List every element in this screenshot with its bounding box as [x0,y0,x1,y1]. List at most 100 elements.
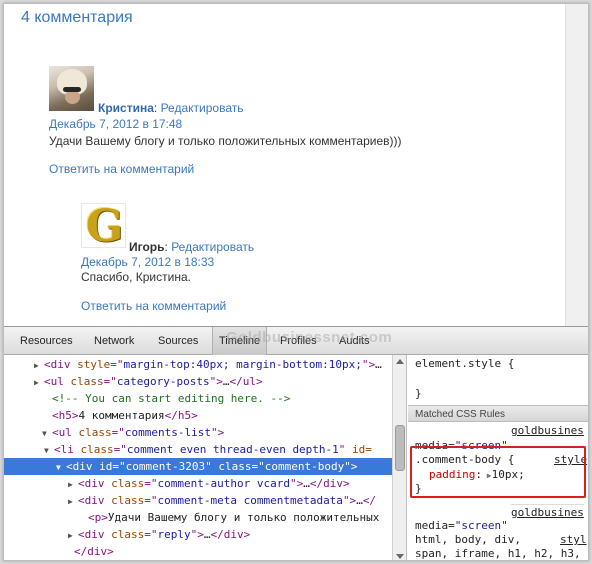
expand-triangle-icon[interactable]: ▶ [34,357,44,373]
media-label: media= [415,439,455,452]
comment-author-line: Игорь: Редактировать [129,240,254,254]
markup-val: margin-top:40px; margin-bottom:10px; [123,358,362,371]
css-selector[interactable]: .comment-body { [415,453,514,466]
tab-timeline[interactable]: Timeline [212,327,268,355]
markup-tag: =" [251,460,265,473]
comment-author-line: Кристина: Редактировать [98,101,243,115]
dom-node[interactable]: ▶ <div class="reply">…</div> [4,526,392,543]
markup-attr: class [111,528,145,541]
markup-tag: "> [361,358,376,371]
property-colon: : [475,468,482,481]
markup-tag: =" [111,426,125,439]
scroll-down-arrow-icon[interactable] [396,554,404,559]
rule-source-link[interactable]: goldbusines [511,424,584,437]
comment-text: Спасибо, Кристина. [81,270,191,284]
screenshot-frame: 4 комментария Кристина: Редактировать Де… [3,3,589,561]
gold-g-logo-avatar: G [81,203,126,248]
markup-tag: <div [66,460,100,473]
markup-tag: </ul> [229,375,263,388]
dom-node[interactable]: <h5>4 комментария</h5> [4,407,392,424]
tab-audits[interactable]: Audits [333,327,376,355]
comment-author-name[interactable]: Кристина [98,101,154,115]
markup-tag: </ [362,494,377,507]
rule-close-brace: } [415,482,422,495]
markup-tag: "> [210,426,225,439]
markup-attr: class [218,460,252,473]
tab-sources[interactable]: Sources [152,327,204,355]
media-value: "screen" [454,519,508,532]
dom-node[interactable]: ▶ <div class="comment-meta commentmetadat… [4,492,392,509]
markup-val: comments-list [124,426,211,439]
markup-tag: <ul [44,375,71,388]
scroll-up-arrow-icon[interactable] [396,359,404,364]
collapse-triangle-icon[interactable]: ▼ [44,442,54,458]
elements-scrollbar[interactable] [392,355,407,560]
markup-txt: 4 комментария [78,409,165,422]
elements-tree: ▶ <div style="margin-top:40px; margin-bot… [4,355,392,560]
markup-tag: <p> [88,511,108,524]
expand-triangle-icon[interactable]: ▶ [34,374,44,390]
dom-node[interactable]: ▶ <ul class="category-posts">…</ul> [4,373,392,390]
dom-node[interactable]: </div> [4,543,392,560]
comment-author-name[interactable]: Игорь [129,240,165,254]
markup-val: comment-meta commentmetadata [157,494,343,507]
reply-link[interactable]: Ответить на комментарий [81,299,226,313]
tab-network[interactable]: Network [88,327,140,355]
reply-link[interactable]: Ответить на комментарий [49,162,194,176]
markup-tag: =" [112,460,126,473]
devtools-tab-bar: Resources Network Sources Timeline Profi… [4,327,588,355]
markup-val: comment even thread-even depth-1 [126,443,339,456]
scroll-thumb[interactable] [395,425,405,471]
tab-profiles[interactable]: Profiles [274,327,323,355]
markup-tag: </div> [309,477,350,490]
expand-triangle-icon[interactable]: ▶ [68,476,78,492]
edit-comment-link[interactable]: Редактировать [161,101,244,115]
page-scrollbar[interactable] [565,4,588,326]
markup-txt: Удачи Вашему блогу и только положительны… [107,511,380,524]
expand-triangle-icon[interactable]: ▶ [482,471,492,480]
media-label: media= [415,519,455,532]
tab-resources[interactable]: Resources [14,327,79,355]
element-style-close: } [415,387,422,400]
collapse-triangle-icon[interactable]: ▼ [42,425,52,441]
user-photo-avatar [49,66,94,111]
expand-triangle-icon[interactable]: ▶ [68,527,78,543]
dom-node-selected[interactable]: ▼ <div id="comment-3203" class="comment-b… [4,458,392,475]
comment-date-link[interactable]: Декабрь 7, 2012 в 18:33 [81,255,214,269]
stylesheet-link[interactable]: style [554,453,587,466]
property-name[interactable]: padding [429,468,475,481]
markup-txt: … [203,528,211,541]
dom-node[interactable]: <p>Удачи Вашему блогу и только положител… [4,509,392,526]
edit-comment-link[interactable]: Редактировать [171,240,254,254]
markup-tag: =" [113,443,127,456]
markup-tag: =" [144,494,158,507]
markup-txt: … [356,494,363,507]
element-style-rule[interactable]: element.style { [415,357,514,370]
author-colon: : [164,240,168,254]
dom-node[interactable]: ▼ <ul class="comments-list"> [4,424,392,441]
markup-tag: "> [209,375,223,388]
collapse-triangle-icon[interactable]: ▼ [56,459,66,475]
rule-source-link[interactable]: goldbusines [511,504,584,519]
markup-tag: <div [78,528,112,541]
markup-attr: class [80,443,114,456]
matched-css-rules-header[interactable]: Matched CSS Rules [408,405,588,422]
css-selector-continued: span, iframe, h1, h2, h3, [415,547,581,560]
styles-pane: element.style { } Matched CSS Rules gold… [408,355,588,560]
author-colon: : [153,101,158,115]
markup-attr: class [70,375,104,388]
css-property[interactable]: padding: ▶10px; [429,468,525,481]
dom-node[interactable]: ▶ <div class="comment-author vcard">…</di… [4,475,392,492]
markup-tag: </div> [210,528,251,541]
comment-date-link[interactable]: Декабрь 7, 2012 в 17:48 [49,117,182,131]
property-value[interactable]: 10px; [492,468,525,481]
markup-attr: class [111,477,145,490]
dom-node[interactable]: <!-- You can start editing here. --> [4,390,392,407]
markup-attr: class [78,426,112,439]
dom-node[interactable]: ▶ <div style="margin-top:40px; margin-bot… [4,356,392,373]
stylesheet-link[interactable]: styl [560,533,587,546]
markup-tag: <div [78,494,112,507]
expand-triangle-icon[interactable]: ▶ [68,493,78,509]
dom-node[interactable]: ▼ <li class="comment even thread-even dep… [4,441,392,458]
css-selector[interactable]: html, body, div, [415,533,521,546]
